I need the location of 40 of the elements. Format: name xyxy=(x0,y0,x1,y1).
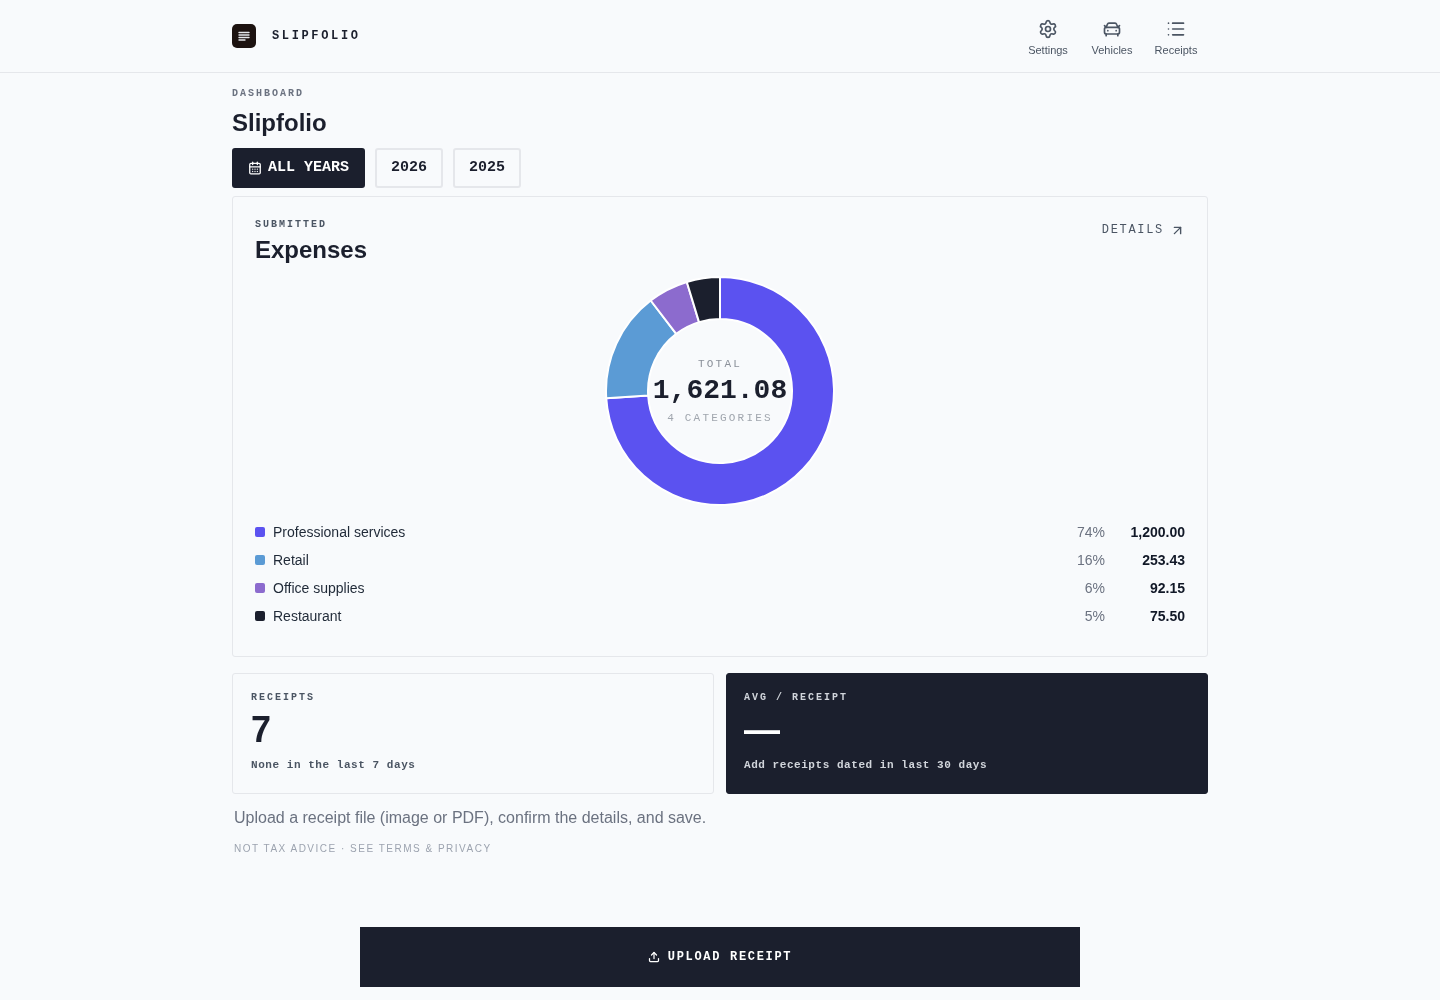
upload-receipt-button[interactable]: UPLOAD RECEIPT xyxy=(360,927,1080,987)
total-label: TOTAL xyxy=(698,357,742,371)
page-eyebrow: DASHBOARD xyxy=(232,87,305,101)
year-tab[interactable]: ALL YEARS xyxy=(232,148,365,188)
stat-note: Add receipts dated in last 30 days xyxy=(744,758,989,773)
legend-amount: 75.50 xyxy=(1148,606,1185,626)
page-title: Slipfolio xyxy=(232,108,328,138)
brand-name: SLIPFOLIO xyxy=(272,28,361,45)
legend-label: Office supplies xyxy=(273,578,366,598)
nav-item[interactable]: Vehicles xyxy=(1080,15,1144,57)
card-eyebrow: SUBMITTED xyxy=(255,218,328,232)
legend-amount: 1,200.00 xyxy=(1129,522,1185,542)
stat-note: None in the last 7 days xyxy=(251,758,417,773)
legend-percent: 6% xyxy=(1084,578,1105,598)
category-count: 4 CATEGORIES xyxy=(667,411,773,425)
total-amount: 1,621.08 xyxy=(652,374,788,408)
upload-icon xyxy=(647,951,660,963)
legend-percent: 5% xyxy=(1084,606,1105,626)
details-link[interactable]: DETAILS xyxy=(1101,222,1185,238)
legend-label: Retail xyxy=(273,550,310,570)
year-tab[interactable]: 2025 xyxy=(453,148,522,188)
legend-percent: 74% xyxy=(1076,522,1105,542)
help-text: Upload a receipt file (image or PDF), confirm the details, and save. xyxy=(234,808,708,828)
year-tab[interactable]: 2026 xyxy=(375,148,444,188)
legend-percent: 16% xyxy=(1076,550,1105,570)
legend-amount: 253.43 xyxy=(1141,550,1185,570)
stat-label: RECEIPTS xyxy=(251,691,316,705)
stat-value: 7 xyxy=(251,710,273,750)
legend-label: Restaurant xyxy=(273,606,343,626)
stat-label: AVG / RECEIPT xyxy=(744,691,849,705)
calendar-icon xyxy=(248,161,262,175)
legend-label: Professional services xyxy=(273,522,407,542)
nav-item[interactable]: Settings xyxy=(1016,15,1080,57)
stat-value: — xyxy=(744,710,781,750)
settings-icon xyxy=(1038,18,1058,39)
logo-icon xyxy=(232,24,256,48)
nav-item[interactable]: Receipts xyxy=(1144,15,1208,57)
card-title: Expenses xyxy=(255,235,368,265)
footer-note: NOT TAX ADVICE · SEE TERMS & PRIVACY xyxy=(234,842,493,856)
legend-amount: 92.15 xyxy=(1148,578,1185,598)
